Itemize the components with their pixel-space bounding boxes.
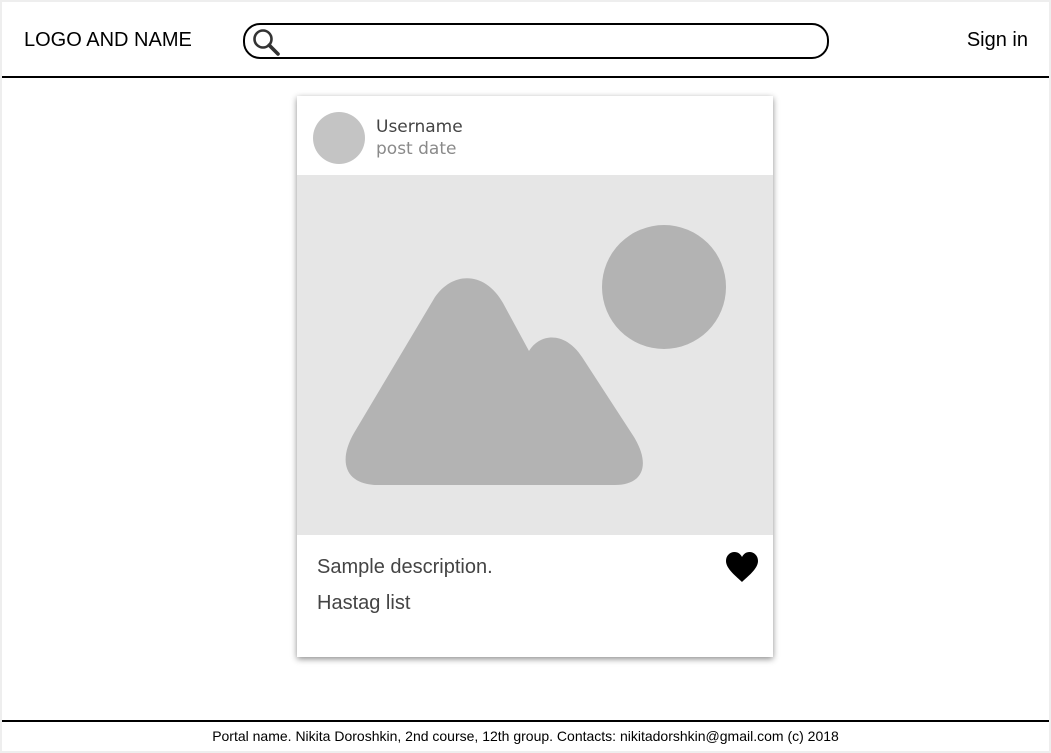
image-placeholder-icon <box>345 225 726 485</box>
post-card: Username post date Sample description. H… <box>297 96 773 657</box>
avatar[interactable] <box>313 112 365 164</box>
footer: Portal name. Nikita Doroshkin, 2nd cours… <box>2 720 1049 751</box>
search-input[interactable] <box>285 29 819 55</box>
page: LOGO AND NAME Sign in Username post date… <box>2 2 1049 751</box>
search-icon <box>253 29 280 56</box>
footer-text: Portal name. Nikita Doroshkin, 2nd cours… <box>212 728 839 744</box>
post-username[interactable]: Username <box>376 117 463 137</box>
search-bar[interactable] <box>243 23 829 59</box>
header: LOGO AND NAME Sign in <box>2 2 1049 78</box>
heart-icon[interactable] <box>725 551 759 583</box>
post-image[interactable] <box>297 175 773 535</box>
post-hashtags[interactable]: Hastag list <box>317 591 410 615</box>
post-description: Sample description. <box>317 556 493 578</box>
post-date: post date <box>376 139 457 159</box>
sign-in-link[interactable]: Sign in <box>967 28 1028 52</box>
logo[interactable]: LOGO AND NAME <box>24 28 192 52</box>
